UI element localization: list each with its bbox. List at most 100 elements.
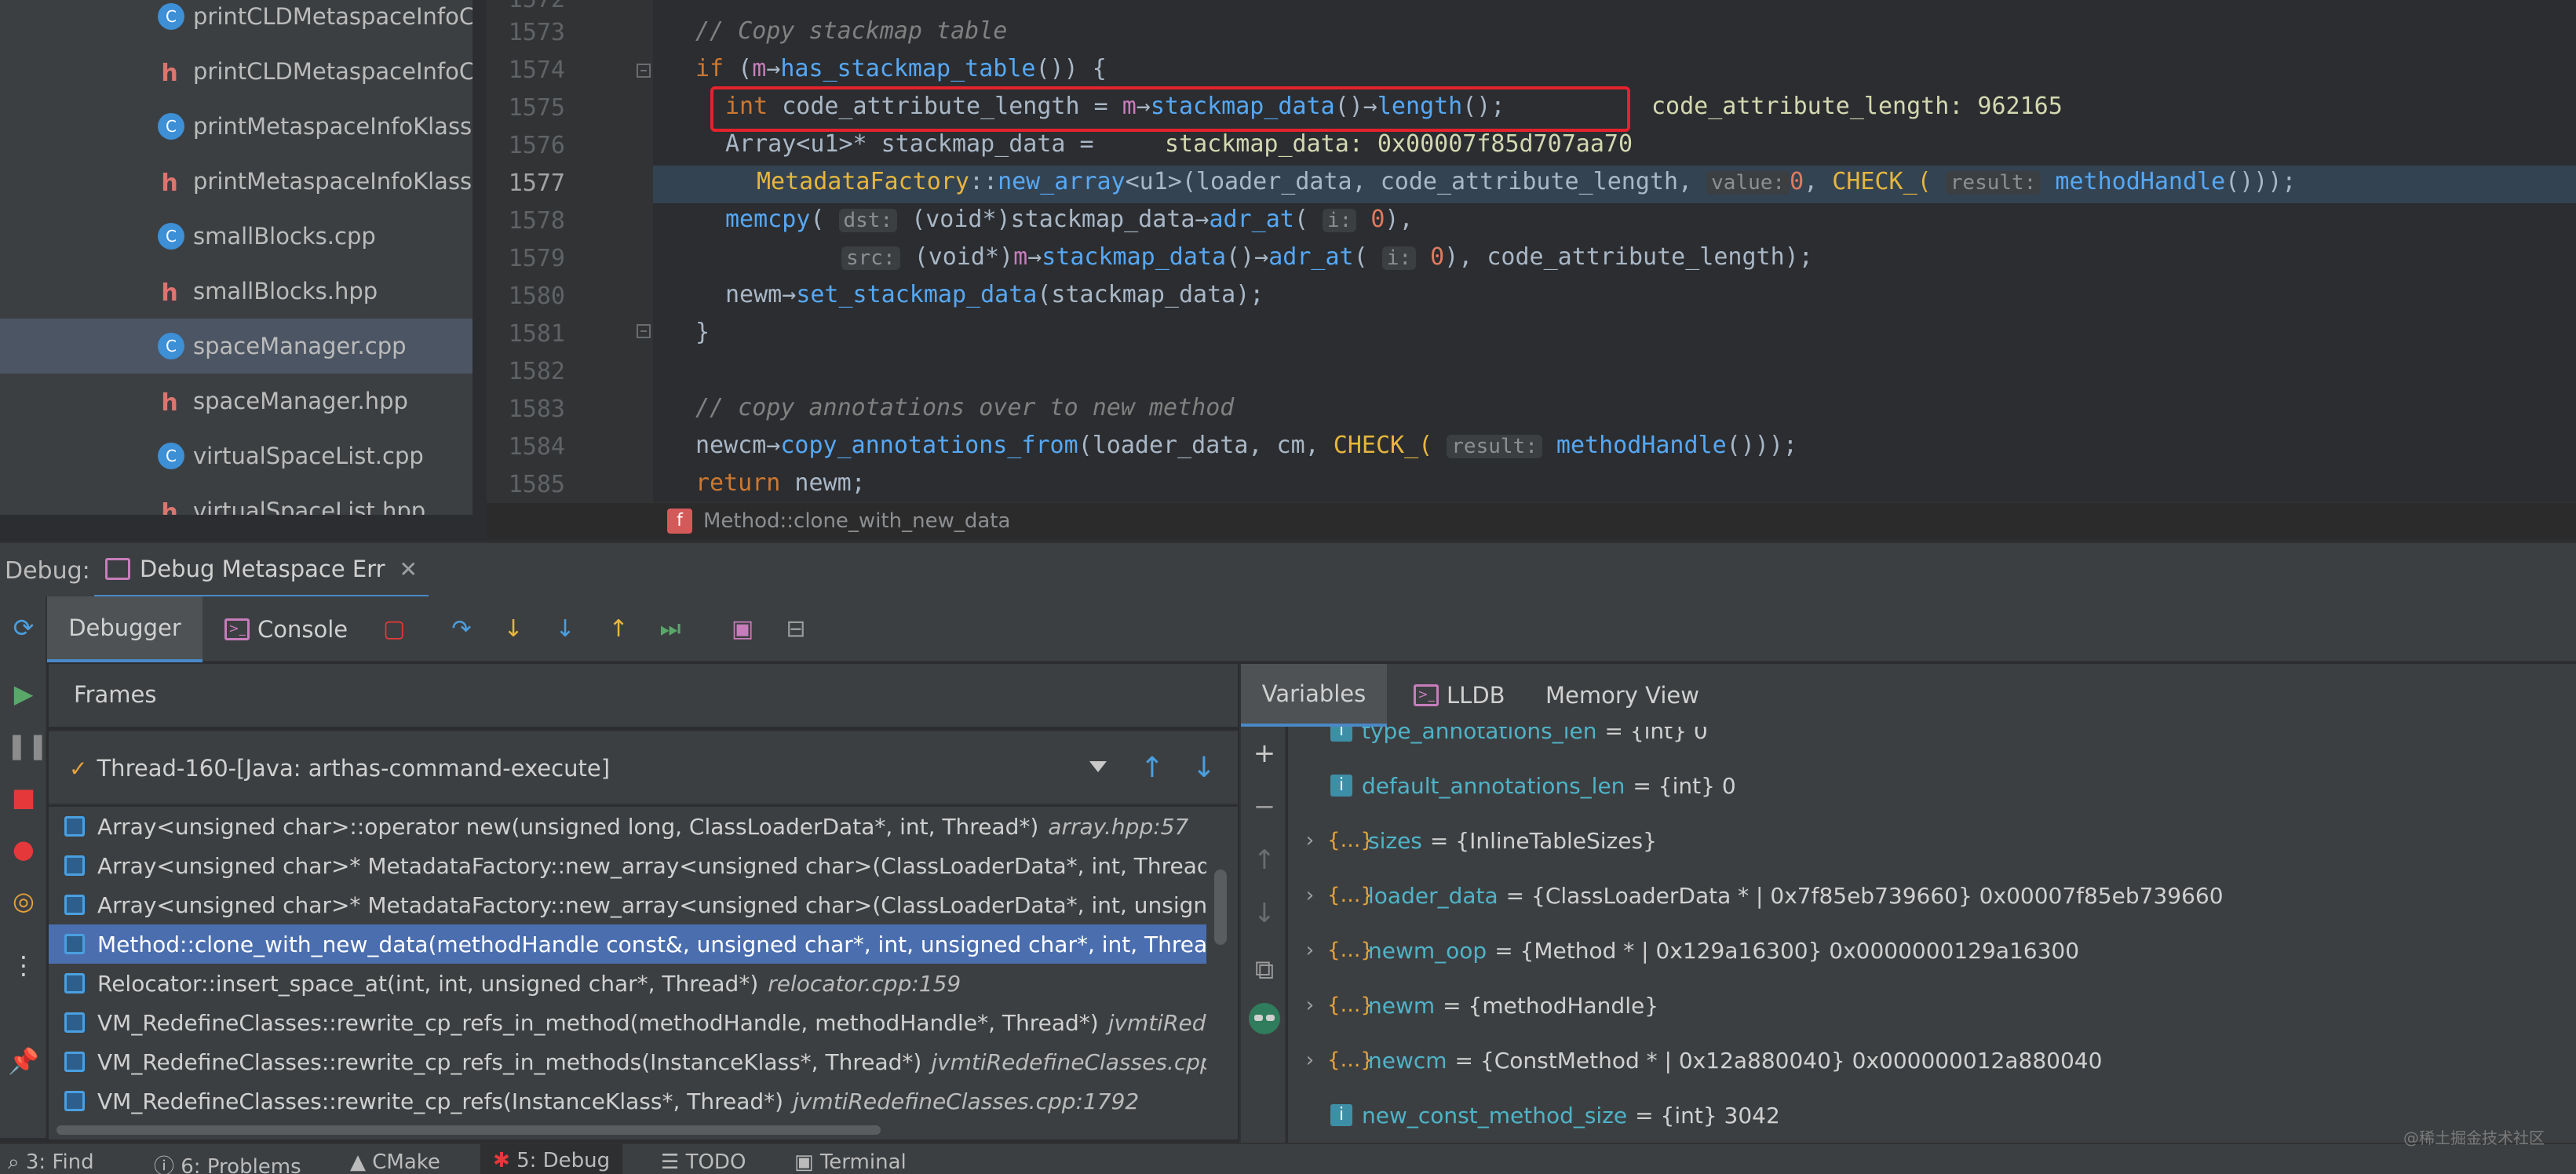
frames-horizontal-scrollbar[interactable] (49, 1121, 1238, 1139)
line-number: 1574 (508, 57, 565, 84)
frame-icon (64, 1012, 85, 1033)
variable-row[interactable]: › {…} sizes = {InlineTableSizes} (1288, 813, 2576, 868)
force-step-into-icon[interactable]: ↓ (551, 615, 579, 644)
tree-item-label: printCLDMetaspaceInfoCl (193, 58, 473, 85)
hpp-file-icon: h (161, 170, 177, 197)
tab-console[interactable]: >_ Console (224, 596, 348, 662)
run-to-cursor-icon[interactable]: ⏭ (656, 615, 684, 644)
tree-item[interactable]: C printMetaspaceInfoKlassC (0, 99, 473, 154)
tool-window-debug[interactable]: ✱ 5: Debug (480, 1144, 623, 1174)
stack-frame[interactable]: Array<unsigned char>* MetadataFactory::n… (49, 846, 1206, 885)
debug-side-toolbar: ⟳ ▶ ❚❚ ■ ● ◎ ⋮ 📌 (0, 596, 49, 1138)
scrollbar-thumb[interactable] (1214, 870, 1227, 945)
tree-item[interactable]: h smallBlocks.hpp (0, 264, 473, 319)
evaluate-expression-icon[interactable]: ▣ (728, 615, 757, 644)
variable-row[interactable]: i default_annotations_len = {int} 0 (1288, 758, 2576, 813)
highlight-annotation-box (710, 86, 1630, 132)
line-number: 1582 (508, 358, 565, 385)
tool-window-problems[interactable]: ⓘ 6: Problems (154, 1150, 301, 1174)
variable-row[interactable]: i new_const_method_size = {int} 3042 (1288, 1088, 2576, 1143)
tab-debugger[interactable]: Debugger (47, 596, 203, 662)
thread-dropdown[interactable]: ✓ Thread-160-[Java: arthas-command-execu… (57, 731, 1118, 805)
hpp-file-icon: h (161, 279, 177, 307)
tool-window-terminal[interactable]: ▣ Terminal (794, 1150, 907, 1174)
stack-frame[interactable]: VM_RedefineClasses::rewrite_cp_refs_in_m… (49, 1042, 1206, 1081)
tab-memory-view[interactable]: Memory View (1545, 664, 1699, 727)
tree-item[interactable]: h printMetaspaceInfoKlassC (0, 154, 473, 209)
stack-frame[interactable]: Relocator::insert_space_at(int, int, uns… (49, 964, 1206, 1003)
step-out-icon[interactable]: ↑ (604, 615, 633, 644)
restore-layout-icon[interactable]: ▢ (380, 615, 408, 644)
svg-text:h: h (161, 60, 177, 87)
mute-breakpoints-icon[interactable]: ◎ (6, 884, 41, 918)
variable-row[interactable]: › {…} newm_oop = {Method * | 0x129a16300} 0… (1288, 923, 2576, 978)
tree-item[interactable]: C printCLDMetaspaceInfoCl (0, 0, 473, 44)
frames-vertical-scrollbar[interactable] (1206, 807, 1238, 1121)
svg-text:h: h (161, 170, 177, 197)
frame-icon (64, 816, 85, 837)
hpp-file-icon: h (161, 499, 177, 515)
variable-row[interactable]: › {…} loader_data = {ClassLoaderData * | 0x… (1288, 868, 2576, 923)
tree-item[interactable]: h spaceManager.hpp (0, 374, 473, 428)
tree-item[interactable]: h printCLDMetaspaceInfoCl (0, 44, 473, 99)
tool-window-find[interactable]: ⌕ 3: Find (8, 1150, 94, 1174)
step-over-icon[interactable]: ↷ (447, 615, 476, 644)
show-types-glasses-icon[interactable] (1249, 1003, 1280, 1034)
tree-item-selected[interactable]: C spaceManager.cpp (0, 319, 473, 374)
next-frame-icon[interactable]: ↓ (1188, 752, 1220, 784)
frame-icon (64, 855, 85, 876)
resume-icon[interactable]: ▶ (6, 676, 41, 711)
cpp-file-icon: C (158, 3, 184, 30)
tab-lldb[interactable]: >_ LLDB (1414, 664, 1505, 727)
tree-item[interactable]: C smallBlocks.cpp (0, 209, 473, 264)
expand-chevron-icon[interactable]: › (1299, 829, 1321, 852)
expand-chevron-icon[interactable]: › (1299, 884, 1321, 907)
copy-icon[interactable]: ⧉ (1249, 954, 1280, 986)
code-comment: // copy annotations over to new method (695, 394, 1235, 421)
chevron-down-icon[interactable] (1089, 761, 1107, 772)
stack-frame-selected[interactable]: Method::clone_with_new_data(methodHandle… (49, 924, 1206, 964)
expand-chevron-icon[interactable]: › (1299, 939, 1321, 962)
tool-window-todo[interactable]: ☰ TODO (661, 1150, 746, 1174)
tab-variables[interactable]: Variables (1241, 664, 1387, 727)
stack-frame[interactable]: Array<unsigned char>::operator new(unsig… (49, 807, 1206, 846)
variable-row[interactable]: › {…} newm = {methodHandle} (1288, 978, 2576, 1033)
move-up-icon[interactable]: ↑ (1249, 844, 1280, 876)
tree-item[interactable]: C virtualSpaceList.cpp (0, 428, 473, 483)
fold-icon[interactable] (636, 63, 653, 80)
debug-session-tab[interactable]: Debug Metaspace Err ✕ (94, 543, 429, 598)
tree-item-label: virtualSpaceList.cpp (193, 443, 424, 469)
stack-frame[interactable]: Array<unsigned char>* MetadataFactory::n… (49, 885, 1206, 924)
tool-window-cmake[interactable]: ▲ CMake (350, 1150, 440, 1174)
view-breakpoints-icon[interactable]: ● (6, 832, 41, 866)
move-down-icon[interactable]: ↓ (1249, 898, 1280, 929)
tree-item[interactable]: h virtualSpaceList.hpp (0, 483, 473, 515)
more-icon[interactable]: ⋮ (6, 948, 41, 983)
scrollbar-thumb[interactable] (57, 1125, 881, 1135)
layout-settings-icon[interactable]: ⊟ (782, 615, 810, 644)
pause-icon[interactable]: ❚❚ (6, 728, 49, 763)
step-into-icon[interactable]: ↓ (499, 615, 527, 644)
previous-frame-icon[interactable]: ↑ (1137, 752, 1168, 784)
remove-watch-icon[interactable]: − (1249, 791, 1280, 822)
variable-row[interactable]: i type_annotations_len = {int} 0 (1288, 727, 2576, 758)
stack-frame[interactable]: VM_RedefineClasses::rewrite_cp_refs_in_m… (49, 1003, 1206, 1042)
code-line: } (695, 319, 710, 346)
rerun-icon[interactable]: ⟳ (6, 611, 41, 645)
expand-chevron-icon[interactable]: › (1299, 994, 1321, 1017)
pin-icon[interactable]: 📌 (6, 1044, 41, 1078)
stack-frame[interactable]: VM_RedefineClasses::rewrite_cp_refs(Inst… (49, 1081, 1206, 1121)
close-icon[interactable]: ✕ (400, 556, 418, 582)
svg-text:C: C (166, 447, 177, 465)
breadcrumb[interactable]: f Method::clone_with_new_data (487, 502, 2576, 538)
lldb-console-icon: >_ (1414, 684, 1439, 706)
editor-gutter: 1572 1573 1574 1575 1576 1577 1578 1579 … (487, 0, 653, 538)
stop-icon[interactable]: ■ (6, 780, 41, 815)
code-editor[interactable]: // Copy stackmap table if (m→has_stackma… (653, 0, 2576, 538)
expand-chevron-icon[interactable]: › (1299, 1048, 1321, 1072)
add-watch-icon[interactable]: + (1249, 738, 1280, 769)
variable-row[interactable]: › {…} newcm = {ConstMethod * | 0x12a880040}… (1288, 1033, 2576, 1088)
thread-name: Thread-160-[Java: arthas-command-execute… (97, 755, 611, 782)
code-line: return newm; (695, 469, 866, 497)
fold-icon[interactable] (636, 323, 653, 341)
